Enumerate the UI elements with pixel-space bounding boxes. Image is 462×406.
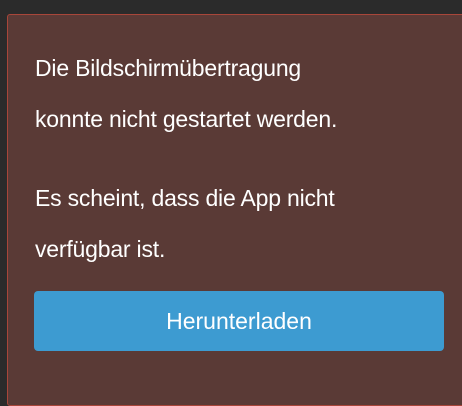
download-button[interactable]: Herunterladen <box>34 291 444 351</box>
error-detail: Es scheint, dass die App nicht verfügbar… <box>35 173 335 275</box>
error-message: Die Bildschirmübertragung konnte nicht g… <box>35 43 337 145</box>
top-strip <box>0 0 462 14</box>
download-button-label: Herunterladen <box>166 307 312 334</box>
error-message-line-2: konnte nicht gestartet werden. <box>35 106 338 132</box>
error-detail-line-2: verfügbar ist. <box>35 236 166 262</box>
error-panel: Die Bildschirmübertragung konnte nicht g… <box>7 14 462 406</box>
error-message-line-1: Die Bildschirmübertragung <box>35 55 302 81</box>
error-detail-line-1: Es scheint, dass die App nicht <box>35 185 335 211</box>
